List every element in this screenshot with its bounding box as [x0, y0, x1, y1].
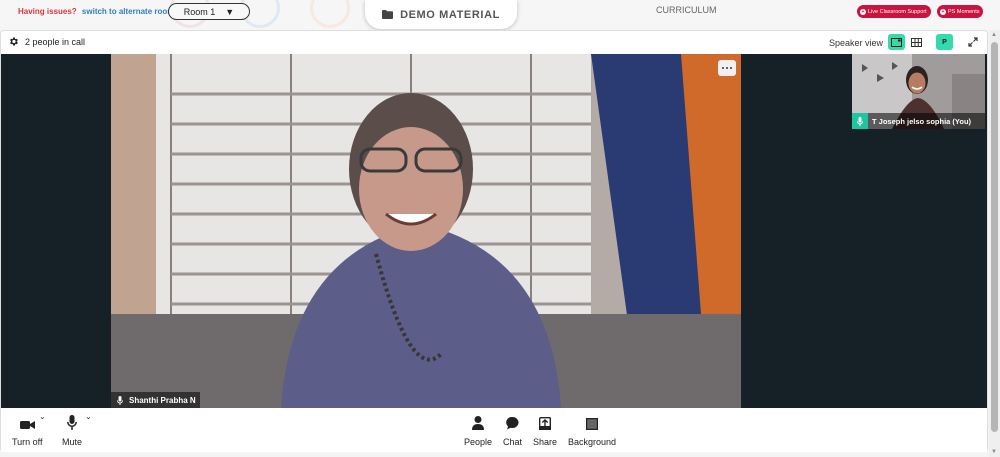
more-options-button[interactable]	[718, 60, 736, 76]
scroll-down-icon[interactable]: ▼	[991, 449, 997, 455]
caret-down-icon: ▼	[225, 6, 235, 17]
main-video-image	[111, 54, 741, 408]
person-icon	[472, 416, 485, 430]
people-label: People	[464, 437, 493, 447]
mic-button[interactable]: Mute	[62, 412, 82, 447]
mic-icon	[67, 415, 77, 430]
background-button[interactable]: Background	[568, 412, 616, 447]
scroll-up-icon[interactable]: ▲	[991, 32, 997, 38]
share-button[interactable]: Share	[533, 412, 557, 447]
top-bar: Having issues? switch to alternate room …	[0, 0, 1000, 30]
call-toolbar: Turn off ⌄ Mute ⌄ People Chat Share Back…	[1, 408, 987, 452]
mic-label: Mute	[62, 437, 83, 447]
room-select[interactable]: Room 1 ▼	[168, 3, 250, 20]
curriculum-link[interactable]: CURRICULUM	[656, 5, 717, 15]
camera-icon	[19, 421, 35, 429]
mic-icon	[117, 395, 123, 405]
chat-label: Chat	[503, 437, 523, 447]
decorative-circle	[310, 0, 350, 28]
more-icon	[721, 66, 725, 70]
participant-badge[interactable]: P	[936, 34, 953, 50]
video-stage: Shanthi Prabha N T Joseph jelso sophia (…	[1, 54, 987, 408]
demo-material-button[interactable]: DEMO MATERIAL	[365, 0, 517, 29]
call-frame: 2 people in call Speaker view P Shanthi …	[0, 30, 988, 452]
main-video[interactable]: Shanthi Prabha N	[111, 54, 741, 408]
live-support-button[interactable]: + Live Classroom Support	[857, 5, 931, 18]
people-count: 2 people in call	[25, 37, 86, 47]
gear-icon[interactable]	[8, 36, 19, 47]
alternate-room-link[interactable]: switch to alternate room	[82, 7, 174, 16]
grid-view-button[interactable]	[908, 34, 925, 50]
ps-moments-label: PS Moments	[948, 8, 980, 15]
grid-view-icon	[911, 37, 922, 47]
mic-icon	[857, 116, 863, 126]
fullscreen-button[interactable]	[964, 34, 981, 50]
speaker-name: Shanthi Prabha N	[129, 395, 196, 405]
people-button[interactable]: People	[464, 412, 492, 447]
share-label: Share	[533, 437, 558, 447]
chevron-down-icon[interactable]: ⌄	[39, 412, 46, 421]
self-mic-indicator[interactable]	[852, 113, 868, 129]
room-select-value: Room 1	[183, 6, 216, 17]
speaker-view-icon	[891, 37, 902, 47]
chat-button[interactable]: Chat	[503, 412, 522, 447]
scrollbar-thumb[interactable]	[991, 42, 998, 432]
self-name: T Joseph jelso sophia (You)	[872, 116, 972, 126]
ps-moments-button[interactable]: + PS Moments	[937, 5, 984, 18]
call-header: 2 people in call Speaker view P	[1, 31, 987, 53]
folder-icon	[382, 10, 394, 19]
background-label: Background	[568, 437, 617, 447]
background-icon	[586, 418, 599, 430]
speaker-name-tag: Shanthi Prabha N	[111, 392, 200, 408]
demo-material-label: DEMO MATERIAL	[400, 8, 500, 21]
issues-label: Having issues?	[18, 7, 77, 16]
fullscreen-icon	[967, 37, 978, 47]
self-name-tag: T Joseph jelso sophia (You)	[852, 113, 985, 129]
chat-icon	[506, 417, 519, 430]
self-video-thumbnail[interactable]: T Joseph jelso sophia (You)	[852, 54, 985, 129]
chevron-down-icon[interactable]: ⌄	[85, 412, 92, 421]
camera-button[interactable]: Turn off	[12, 412, 43, 447]
plus-icon: +	[940, 8, 946, 15]
plus-icon: +	[860, 8, 866, 15]
speaker-view-button[interactable]	[888, 34, 905, 50]
page-scrollbar[interactable]: ▲ ▼	[989, 30, 1000, 457]
share-icon	[539, 417, 552, 430]
issues-notice: Having issues? switch to alternate room	[18, 7, 174, 16]
camera-label: Turn off	[12, 437, 43, 447]
live-support-label: Live Classroom Support	[868, 8, 927, 15]
view-mode-label: Speaker view	[829, 38, 884, 48]
